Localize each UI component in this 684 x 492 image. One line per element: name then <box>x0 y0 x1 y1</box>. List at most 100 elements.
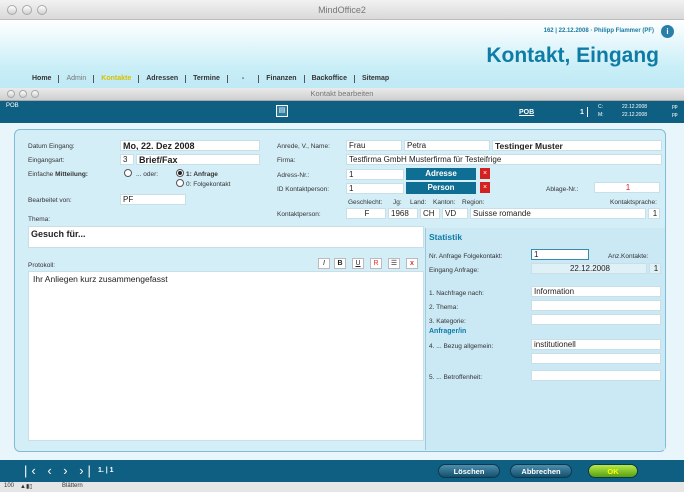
ok-button[interactable]: OK <box>588 464 638 478</box>
mitteilung-label: Einfache Mitteilung: <box>28 171 88 178</box>
vorname-field[interactable]: Petra <box>404 140 490 151</box>
pob-label-right: POB <box>519 109 535 116</box>
navigation-footer: |‹ ‹ › ›| 1. | 1 Löschen Abbrechen OK <box>0 460 684 482</box>
sprache-label: Kontaktsprache: <box>610 199 657 206</box>
bearbeitet-label: Bearbeitet von: <box>28 197 72 204</box>
modified-date: 22.12.2008 <box>622 112 648 118</box>
main-nav: Home Admin Kontakte Adressen Termine - F… <box>25 75 389 83</box>
region-field[interactable]: Suisse romande <box>470 208 646 219</box>
red-text-button[interactable]: R <box>370 258 382 269</box>
jg-field[interactable]: 1968 <box>388 208 418 219</box>
nachfrage-field[interactable]: Information <box>531 286 661 297</box>
idkontakt-label: ID Kontaktperson: <box>277 186 330 193</box>
eingangsart-number[interactable]: 3 <box>120 154 134 165</box>
ablage-label: Ablage-Nr.: <box>546 186 579 193</box>
pob-label-left: POB <box>6 103 19 109</box>
underline-button[interactable]: U <box>352 258 364 269</box>
nachfrage-label: 1. Nachfrage nach: <box>429 290 484 297</box>
folge-field[interactable]: 1 <box>531 249 589 260</box>
page-title: Kontakt, Eingang <box>486 44 659 67</box>
kanton-field[interactable]: VD <box>442 208 468 219</box>
sprache-field[interactable]: 1 <box>648 208 660 219</box>
zoom-level[interactable]: 100 <box>4 483 14 489</box>
inner-window-titlebar: Kontakt bearbeiten <box>0 88 684 101</box>
statistik-title: Statistik <box>429 232 463 242</box>
einfache-mitteilung-radio[interactable] <box>124 169 132 177</box>
protokoll-textarea[interactable]: Ihr Anliegen kurz zusammengefasst <box>28 271 424 441</box>
anz-label: Anz.Kontakte: <box>608 253 649 260</box>
name-field[interactable]: Testinger Muster <box>492 140 662 151</box>
nav-sitemap[interactable]: Sitemap <box>355 75 389 83</box>
bold-button[interactable]: B <box>334 258 346 269</box>
firma-label: Firma: <box>277 157 296 164</box>
nav-adressen[interactable]: Adressen <box>139 75 187 83</box>
anrede-field[interactable]: Frau <box>346 140 402 151</box>
folgekontakt-radio[interactable] <box>176 179 184 187</box>
adresse-clear-icon[interactable]: × <box>480 168 490 179</box>
modified-user: pp <box>672 112 678 118</box>
eingangsart-label: Eingangsart: <box>28 157 65 164</box>
layout-mode-icon[interactable]: ▲▮▯ <box>20 483 33 490</box>
geschlecht-label: Geschlecht: <box>348 199 383 206</box>
bezug-extra-field[interactable] <box>531 353 661 364</box>
list-icon[interactable]: ☰ <box>388 258 400 269</box>
land-field[interactable]: CH <box>420 208 440 219</box>
anfrager-title: Anfrager/in <box>429 328 467 335</box>
created-date: 22.12.2008 <box>622 104 648 110</box>
loeschen-button[interactable]: Löschen <box>438 464 500 478</box>
window-title: MindOffice2 <box>318 5 366 15</box>
thema-label: Thema: <box>28 216 51 223</box>
help-icon[interactable]: i <box>661 25 674 38</box>
record-icon[interactable]: ▤ <box>276 105 288 117</box>
eingang-field: 22.12.2008 <box>531 263 647 274</box>
clear-format-button[interactable]: x <box>406 258 418 269</box>
window-titlebar: MindOffice2 <box>0 0 684 20</box>
user-info: 162 | 22.12.2008 · Philipp Flammer (PF) <box>543 28 654 34</box>
nav-admin[interactable]: Admin <box>59 75 95 83</box>
adresse-button[interactable]: Adresse <box>406 168 476 180</box>
firma-field[interactable]: Testfirma GmbH Musterfirma für Testeifri… <box>346 154 662 165</box>
protokoll-label: Protokoll: <box>28 262 56 269</box>
land-label: Land: <box>410 199 427 206</box>
region-label: Region: <box>462 199 485 206</box>
bezug-field[interactable]: institutionell <box>531 339 661 350</box>
inner-window-title: Kontakt bearbeiten <box>310 89 374 98</box>
created-user: pp <box>672 104 678 110</box>
bearbeitet-field[interactable]: PF <box>120 194 186 205</box>
bezug-label: 4. ... Bezug allgemein: <box>429 343 494 350</box>
nav-backoffice[interactable]: Backoffice <box>305 75 355 83</box>
status-bar: 100 ▲▮▯ Blättern <box>0 482 684 492</box>
record-navigation-icons[interactable]: |‹ ‹ › ›| <box>24 463 95 478</box>
adressnr-label: Adress-Nr.: <box>277 172 310 179</box>
adressnr-field[interactable]: 1 <box>346 169 404 180</box>
nav-home[interactable]: Home <box>25 75 60 83</box>
anfrage-radio[interactable] <box>176 169 184 177</box>
eingangsart-field[interactable]: Brief/Fax <box>136 154 260 165</box>
record-counter: 1. | 1 <box>98 467 114 474</box>
kategorie-field[interactable] <box>531 314 661 325</box>
abbrechen-button[interactable]: Abbrechen <box>510 464 572 478</box>
mode-label[interactable]: Blättern <box>62 483 83 489</box>
italic-button[interactable]: I <box>318 258 330 269</box>
datum-field[interactable]: Mo, 22. Dez 2008 <box>120 140 260 151</box>
idkontakt-field[interactable]: 1 <box>346 183 404 194</box>
stat-thema-field[interactable] <box>531 300 661 311</box>
created-label: C: <box>598 104 603 110</box>
person-clear-icon[interactable]: × <box>480 182 490 193</box>
anrede-label: Anrede, V., Name: <box>277 143 330 150</box>
nav-finanzen[interactable]: Finanzen <box>259 75 305 83</box>
geschlecht-field[interactable]: F <box>346 208 386 219</box>
folgekontakt-label: 0: Folgekontakt <box>186 181 231 188</box>
datum-label: Datum Eingang: <box>28 143 75 150</box>
nav-separator: - <box>228 75 260 83</box>
thema-field[interactable]: Gesuch für... <box>28 226 424 248</box>
ablage-field[interactable]: 1 <box>594 182 660 193</box>
betroffenheit-field[interactable] <box>531 370 661 381</box>
stat-thema-label: 2. Thema: <box>429 304 459 311</box>
person-button[interactable]: Person <box>406 182 476 194</box>
anfrage-label: 1: Anfrage <box>186 171 218 178</box>
eingang-label: Eingang Anfrage: <box>429 267 479 274</box>
nav-termine[interactable]: Termine <box>186 75 228 83</box>
nav-kontakte[interactable]: Kontakte <box>94 75 140 83</box>
jg-label: Jg: <box>393 199 402 206</box>
